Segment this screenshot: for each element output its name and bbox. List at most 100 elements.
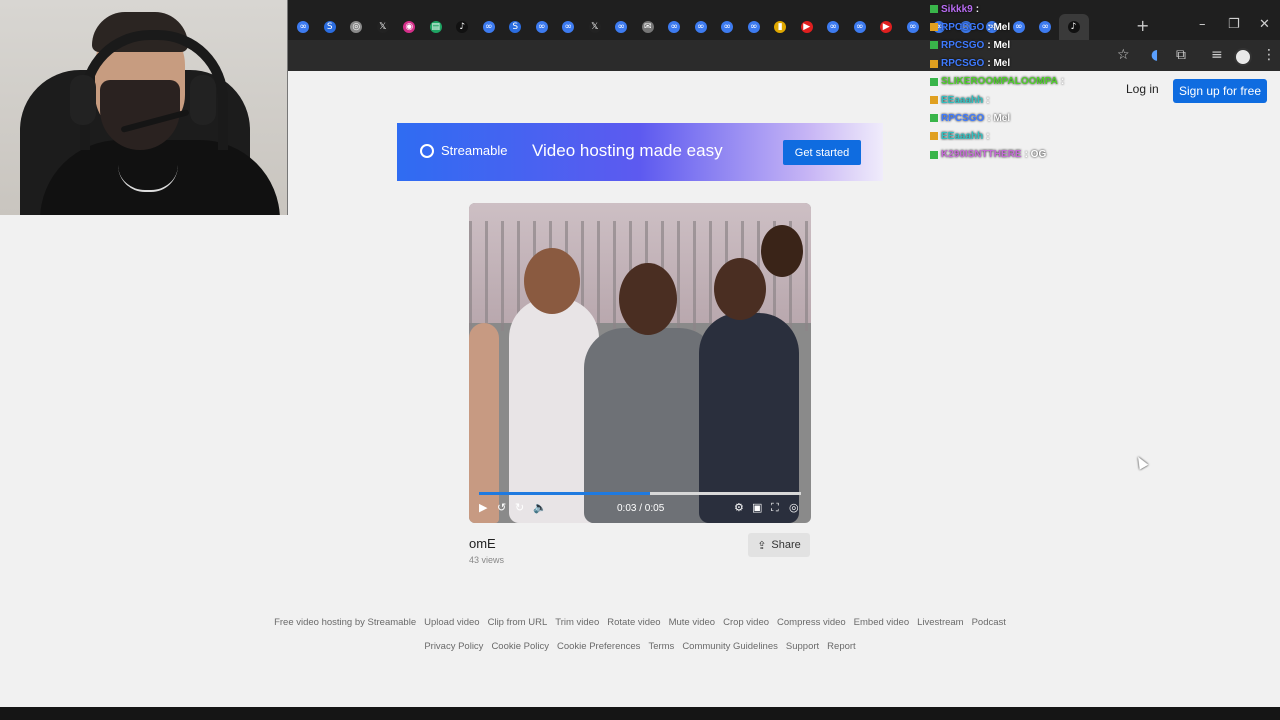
fullscreen-icon[interactable]: ⛶ (771, 501, 779, 515)
browser-tab[interactable]: ∞ (476, 14, 503, 40)
chat-badge-icon (930, 114, 938, 123)
X-favicon-icon: 𝕏 (588, 21, 601, 33)
ring-favicon-icon: ∞ (482, 21, 495, 33)
progress-fill (479, 492, 650, 495)
ring-favicon-icon: ∞ (615, 21, 628, 33)
browser-tab[interactable]: 𝕏 (370, 14, 397, 40)
volume-icon[interactable]: 🔈 (533, 501, 547, 514)
chat-text: : (986, 94, 990, 106)
ring-favicon-icon: ∞ (906, 21, 919, 33)
chat-badge-icon (930, 77, 938, 86)
browser-tab[interactable]: ◎ (343, 14, 370, 40)
view-count: 43 views (469, 555, 505, 565)
signup-button[interactable]: Sign up for free (1173, 79, 1267, 103)
streamable-logo-icon (420, 143, 434, 158)
browser-tab[interactable]: ∞ (290, 14, 317, 40)
browser-tab[interactable]: S (502, 14, 529, 40)
chat-username: EEaaahh (941, 94, 984, 106)
browser-tab[interactable]: ∞ (900, 14, 927, 40)
progress-track[interactable] (479, 492, 801, 495)
close-window-icon[interactable]: ✕ (1259, 17, 1270, 32)
footer-link[interactable]: Upload video (424, 617, 479, 628)
ring-favicon-icon: ∞ (668, 21, 681, 33)
browser-tab[interactable]: ∞ (608, 14, 635, 40)
footer-link[interactable]: Cookie Preferences (557, 641, 640, 652)
footer-links-primary: Free video hosting by Streamable Upload v… (0, 617, 1280, 628)
share-icon: ⇪ (757, 539, 767, 552)
profile-icon[interactable] (1234, 48, 1252, 66)
chat-text: : Mel (987, 39, 1011, 51)
new-tab-icon[interactable]: + (1136, 16, 1149, 35)
chat-text: : (986, 130, 990, 142)
menu-icon[interactable]: ≡ (1211, 47, 1223, 63)
footer-link[interactable]: Privacy Policy (424, 641, 483, 652)
footer-link[interactable]: Terms (648, 641, 674, 652)
browser-tab[interactable]: ∞ (847, 14, 874, 40)
chat-message: EEaaahh : (930, 91, 1130, 109)
globe-favicon-icon: ◎ (350, 21, 363, 33)
browser-tab[interactable]: ◉ (396, 14, 423, 40)
banner-tagline: Video hosting made easy (532, 141, 723, 160)
browser-tab[interactable]: ∞ (688, 14, 715, 40)
footer-link[interactable]: Clip from URL (488, 617, 548, 628)
chat-badge-icon (930, 96, 938, 105)
login-link[interactable]: Log in (1126, 82, 1159, 96)
browser-tab[interactable]: ▶ (794, 14, 821, 40)
footer-link[interactable]: Mute video (669, 617, 715, 628)
chat-text: : Mel (987, 21, 1011, 33)
browser-tab[interactable]: ▮ (767, 14, 794, 40)
pip-icon[interactable]: ▣ (752, 501, 762, 514)
chat-message: RPCSGO : Mel (930, 18, 1130, 36)
chat-badge-icon (930, 41, 938, 50)
streamable-icon[interactable]: ◎ (789, 501, 799, 514)
browser-tab[interactable]: ▶ (873, 14, 900, 40)
ring-favicon-icon: ∞ (747, 21, 760, 33)
get-started-button[interactable]: Get started (783, 140, 861, 165)
footer-link[interactable]: Support (786, 641, 819, 652)
chat-text: : (1060, 76, 1065, 88)
footer-link[interactable]: Podcast (972, 617, 1006, 628)
promo-banner[interactable]: Streamable Video hosting made easy Get s… (397, 123, 883, 181)
footer-link[interactable]: Free video hosting by Streamable (274, 617, 416, 628)
doc-favicon-icon: ▤ (429, 21, 442, 33)
play-icon[interactable]: ▶ (479, 501, 487, 514)
browser-tab[interactable]: S (317, 14, 344, 40)
footer-link[interactable]: Embed video (854, 617, 909, 628)
browser-tab[interactable]: ∞ (741, 14, 768, 40)
browser-tab[interactable]: ∞ (529, 14, 556, 40)
insta-favicon-icon: ◉ (403, 21, 416, 33)
browser-tab[interactable]: ∞ (555, 14, 582, 40)
chat-message: RPCSGO : Mel (930, 55, 1130, 73)
chat-text: : Mel (987, 112, 1011, 124)
chart-favicon-icon: ▮ (774, 21, 787, 33)
browser-tab[interactable]: ∞ (820, 14, 847, 40)
forward-icon[interactable]: ↻ (515, 501, 524, 514)
footer-link[interactable]: Trim video (555, 617, 599, 628)
browser-tab[interactable]: 𝕏 (582, 14, 609, 40)
speaker-icon[interactable]: ◖ (1151, 47, 1158, 63)
stream-chat-overlay: Sikkk9 : RPCSGO : Mel RPCSGO : Mel RPCSGO … (930, 0, 1130, 164)
extension-icon[interactable]: ⧉ (1176, 47, 1186, 63)
footer-link[interactable]: Livestream (917, 617, 963, 628)
footer-link[interactable]: Crop video (723, 617, 769, 628)
settings-icon[interactable]: ⚙ (734, 501, 744, 514)
browser-tab[interactable]: ✉ (635, 14, 662, 40)
ring-favicon-icon: ∞ (721, 21, 734, 33)
video-player[interactable]: ▶ ↺ ↻ 🔈 0:03 / 0:05 ⚙ ▣ ⛶ ◎ (469, 203, 811, 523)
chat-username: RPCSGO (941, 21, 985, 33)
share-button[interactable]: ⇪ Share (748, 533, 810, 557)
more-icon[interactable]: ⋮ (1262, 47, 1276, 63)
streamable-logo: Streamable (420, 143, 507, 158)
footer-link[interactable]: Community Guidelines (682, 641, 778, 652)
restore-icon[interactable]: ❐ (1228, 17, 1240, 32)
browser-tab[interactable]: ∞ (661, 14, 688, 40)
minimize-icon[interactable]: – (1199, 17, 1206, 32)
footer-link[interactable]: Report (827, 641, 856, 652)
footer-link[interactable]: Compress video (777, 617, 846, 628)
browser-tab[interactable]: ∞ (714, 14, 741, 40)
footer-link[interactable]: Cookie Policy (491, 641, 549, 652)
rewind-icon[interactable]: ↺ (497, 501, 506, 514)
browser-tab[interactable]: ♪ (449, 14, 476, 40)
footer-link[interactable]: Rotate video (607, 617, 660, 628)
browser-tab[interactable]: ▤ (423, 14, 450, 40)
